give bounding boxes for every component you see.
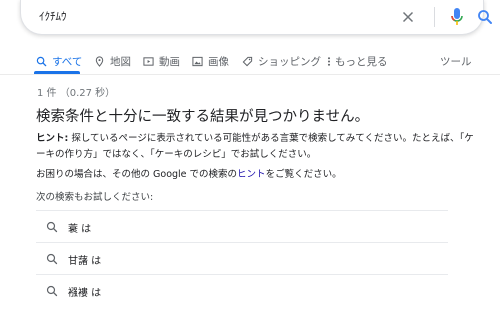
map-pin-icon (94, 55, 105, 67)
tab-tools[interactable]: ツール (440, 50, 472, 72)
suggestion-item[interactable]: 甘藷 は (36, 242, 448, 275)
tab-label: 地図 (110, 55, 131, 68)
tab-label: もっと見る (335, 55, 388, 68)
search-icon (46, 285, 58, 297)
tab-label: ショッピング (258, 55, 321, 68)
help-text-after: をご覧ください。 (265, 169, 342, 180)
no-results-heading: 検索条件と十分に一致する結果が見つかりません。 (36, 109, 370, 125)
suggestion-item[interactable]: 蓑 は (36, 210, 448, 243)
tab-all[interactable]: すべて (36, 50, 82, 72)
help-text-before: お困りの場合は、その他の Google での検索の (36, 169, 238, 180)
search-icon[interactable] (476, 8, 494, 26)
search-icon (36, 56, 47, 67)
tab-label: 画像 (208, 55, 229, 68)
try-searches-label: 次の検索もお試しください: (36, 192, 154, 203)
suggestion-item[interactable]: 襁褸 は (36, 274, 448, 307)
tab-label: 動画 (159, 55, 180, 68)
help-tips-link[interactable]: ヒント (237, 169, 266, 180)
suggestion-text: 蓑 は (68, 223, 92, 235)
tab-videos[interactable]: 動画 (143, 50, 180, 72)
result-stats: 1 件 （0.27 秒） (37, 88, 116, 99)
clear-icon[interactable] (399, 8, 417, 26)
tab-more[interactable]: もっと見る (326, 50, 388, 72)
video-icon (143, 56, 154, 67)
search-input[interactable] (39, 6, 339, 26)
tab-images[interactable]: 画像 (192, 50, 229, 72)
tab-shopping[interactable]: ショッピング (242, 50, 321, 72)
search-bar-divider (434, 7, 435, 27)
search-icon (46, 221, 58, 233)
search-bar (20, 0, 492, 35)
suggestion-text: 襁褸 は (68, 287, 102, 299)
more-vert-icon (326, 56, 332, 67)
hint-body: 探しているページに表示されている可能性がある言葉で検索してみてください。たとえば… (36, 133, 474, 160)
microphone-icon[interactable] (450, 7, 464, 27)
hint-text: ヒント: 探しているページに表示されている可能性がある言葉で検索してみてください… (36, 131, 476, 162)
help-text: お困りの場合は、その他の Google での検索のヒントをご覧ください。 (36, 166, 342, 180)
hint-label: ヒント: (36, 133, 69, 144)
search-icon (46, 253, 58, 265)
tag-icon (242, 56, 253, 67)
tab-label: ツール (440, 55, 472, 68)
image-icon (192, 56, 203, 67)
suggestion-text: 甘藷 は (68, 255, 102, 267)
tabs-divider (0, 74, 500, 75)
tab-maps[interactable]: 地図 (94, 50, 131, 72)
tab-label: すべて (52, 55, 83, 68)
